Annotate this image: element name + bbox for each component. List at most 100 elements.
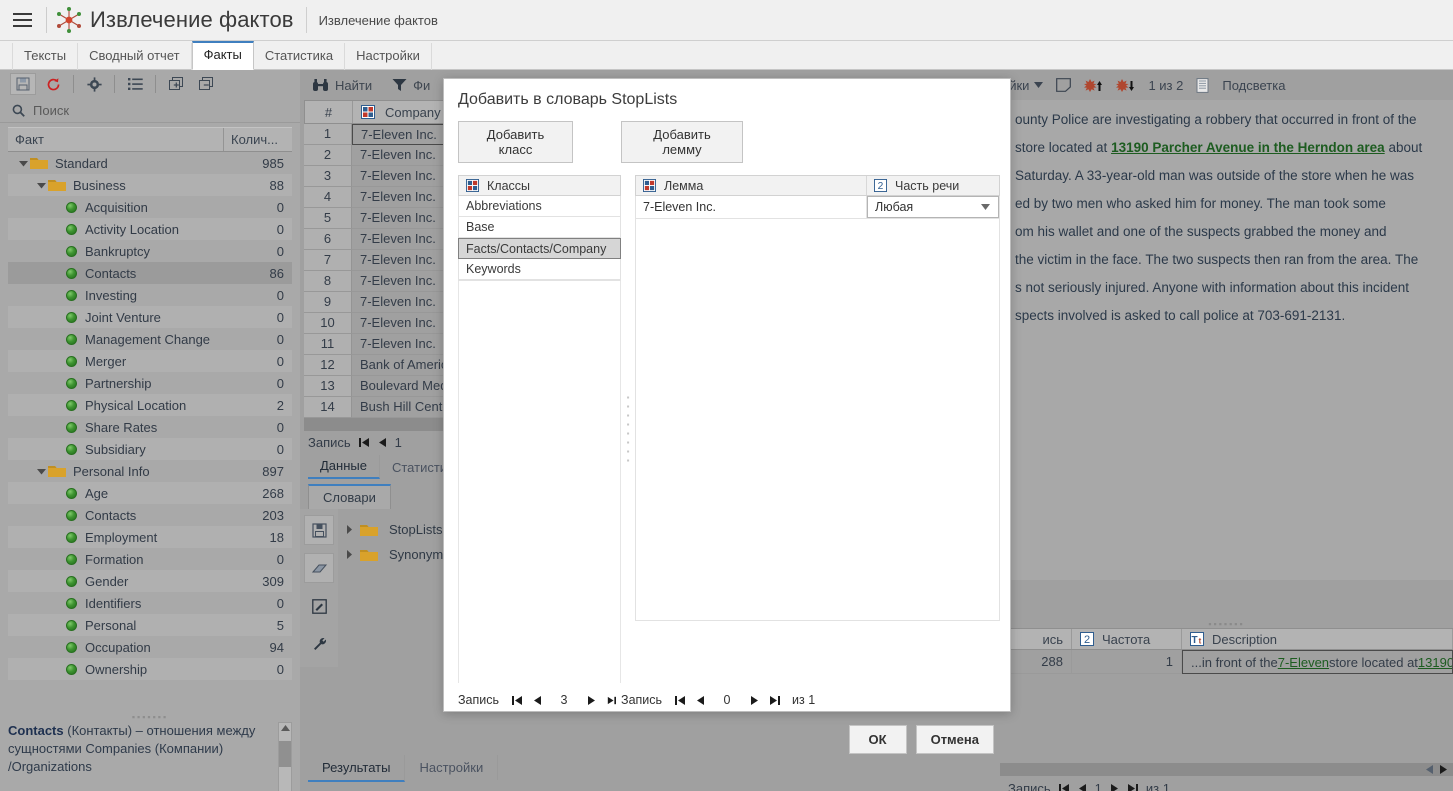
class-list-item[interactable]: Abbreviations (458, 196, 621, 217)
tree-item-physical-location[interactable]: Physical Location 2 (8, 394, 292, 416)
panel-resize-grip[interactable]: ▪▪▪▪▪▪▪ (0, 712, 300, 722)
tree-item-personal[interactable]: Personal 5 (8, 614, 292, 636)
column-header-description[interactable]: Tt Description (1182, 629, 1453, 649)
tree-item-investing[interactable]: Investing 0 (8, 284, 292, 306)
tab-texts[interactable]: Тексты (12, 43, 79, 70)
highlighted-entity[interactable]: 13190 Parcher Avenue in the Herndon area (1111, 140, 1385, 155)
tree-item-ownership[interactable]: Ownership 0 (8, 658, 292, 680)
last-record-icon[interactable] (1127, 783, 1138, 791)
ok-button[interactable]: ОК (848, 725, 907, 754)
first-record-icon[interactable] (507, 695, 527, 706)
subtab-data[interactable]: Данные (308, 455, 380, 479)
prev-record-icon[interactable] (378, 437, 387, 448)
search-input[interactable]: Поиск (33, 103, 69, 118)
expand-caret-icon[interactable] (34, 468, 48, 475)
tree-item-merger[interactable]: Merger 0 (8, 350, 292, 372)
desc-link-address[interactable]: 13190 Par (1418, 655, 1452, 670)
refresh-icon[interactable] (40, 73, 66, 95)
save-icon[interactable] (10, 73, 36, 95)
tab-facts[interactable]: Факты (191, 41, 254, 70)
grid-resize-grip[interactable]: ▪▪▪▪▪▪▪ (1000, 620, 1453, 629)
description-scrollbar[interactable] (278, 722, 292, 791)
dictionary-item[interactable]: StopLists ( (338, 517, 450, 542)
prev-match-icon[interactable] (1084, 78, 1103, 93)
lemma-row[interactable]: 7-Eleven Inc. Любая (635, 196, 1000, 219)
tab-settings-bottom[interactable]: Настройки (405, 755, 499, 780)
list-icon[interactable] (122, 73, 148, 95)
scroll-left-arrow[interactable] (1425, 763, 1439, 776)
next-match-icon[interactable] (1116, 78, 1135, 93)
dialog-splitter[interactable]: ▪▪▪▪▪▪▪▪ (621, 175, 635, 683)
record-number[interactable]: 1 (395, 435, 402, 450)
record-number[interactable]: 1 (1095, 781, 1102, 791)
edit-icon[interactable] (304, 591, 334, 621)
cell-lemma[interactable]: 7-Eleven Inc. (636, 196, 867, 218)
column-header-lemma[interactable]: Лемма (636, 176, 867, 195)
lower-grid-horizontal-scrollbar[interactable] (1000, 763, 1453, 776)
tab-results[interactable]: Результаты (308, 755, 406, 782)
cancel-button[interactable]: Отмена (915, 725, 994, 754)
pos-dropdown[interactable]: Любая (867, 196, 999, 218)
column-header-fact[interactable]: Факт (8, 128, 224, 151)
expand-caret-icon[interactable] (338, 550, 360, 559)
class-list-item[interactable]: Keywords (458, 259, 621, 280)
lemmas-record-number[interactable]: 0 (710, 693, 745, 707)
next-record-icon[interactable] (744, 695, 764, 706)
tree-item-personal-info[interactable]: Personal Info 897 (8, 460, 292, 482)
prev-record-icon[interactable] (690, 695, 710, 706)
gear-icon[interactable] (81, 73, 107, 95)
tree-item-management-change[interactable]: Management Change 0 (8, 328, 292, 350)
tree-item-occupation[interactable]: Occupation 94 (8, 636, 292, 658)
expand-caret-icon[interactable] (338, 525, 360, 534)
note-icon[interactable] (1056, 78, 1072, 92)
tab-dictionaries[interactable]: Словари (308, 484, 391, 509)
highlight-button[interactable]: Подсветка (1222, 78, 1285, 93)
tree-item-employment[interactable]: Employment 18 (8, 526, 292, 548)
first-record-icon[interactable] (1058, 783, 1070, 791)
expand-all-icon[interactable] (163, 73, 189, 95)
classes-record-number[interactable]: 3 (547, 693, 582, 707)
column-header-count[interactable]: Колич... (224, 128, 292, 151)
save-dict-icon[interactable] (304, 515, 334, 545)
tab-summary-report[interactable]: Сводный отчет (78, 43, 192, 70)
tab-statistics[interactable]: Статистика (254, 43, 346, 70)
first-record-icon[interactable] (358, 437, 370, 448)
tab-settings[interactable]: Настройки (345, 43, 432, 70)
tree-item-identifiers[interactable]: Identifiers 0 (8, 592, 292, 614)
tree-item-joint-venture[interactable]: Joint Venture 0 (8, 306, 292, 328)
dictionary-item[interactable]: Synonyms (338, 542, 450, 567)
column-header-classes[interactable]: Классы (459, 176, 620, 195)
table-row[interactable]: 288 1 ...in front of the 7-Eleven store … (1000, 650, 1453, 674)
add-lemma-button[interactable]: Добавить лемму (621, 121, 743, 163)
tree-item-business[interactable]: Business 88 (8, 174, 292, 196)
tree-item-contacts[interactable]: Contacts 86 (8, 262, 292, 284)
expand-caret-icon[interactable] (16, 160, 30, 167)
column-header-pos[interactable]: 2 Часть речи (867, 176, 999, 195)
document-icon[interactable] (1196, 77, 1209, 93)
scrollbar-thumb[interactable] (279, 741, 291, 767)
tree-item-partnership[interactable]: Partnership 0 (8, 372, 292, 394)
tree-item-contacts[interactable]: Contacts 203 (8, 504, 292, 526)
scroll-right-arrow[interactable] (1439, 763, 1453, 776)
tree-item-acquisition[interactable]: Acquisition 0 (8, 196, 292, 218)
tree-item-activity-location[interactable]: Activity Location 0 (8, 218, 292, 240)
hamburger-icon[interactable] (0, 0, 44, 40)
tree-item-bankruptcy[interactable]: Bankruptcy 0 (8, 240, 292, 262)
tree-item-subsidiary[interactable]: Subsidiary 0 (8, 438, 292, 460)
last-record-icon[interactable] (601, 695, 621, 706)
wrench-icon[interactable] (304, 629, 334, 659)
tree-item-share-rates[interactable]: Share Rates 0 (8, 416, 292, 438)
first-record-icon[interactable] (670, 695, 690, 706)
prev-record-icon[interactable] (1078, 783, 1087, 791)
expand-caret-icon[interactable] (34, 182, 48, 189)
filter-button[interactable]: Фи (392, 78, 430, 93)
tree-item-age[interactable]: Age 268 (8, 482, 292, 504)
column-header-frequency[interactable]: 2 Частота (1072, 629, 1182, 649)
search-row[interactable]: Поиск (0, 98, 300, 123)
prev-record-icon[interactable] (527, 695, 547, 706)
desc-link-company[interactable]: 7-Eleven (1278, 655, 1329, 670)
eraser-icon[interactable] (304, 553, 334, 583)
collapse-all-icon[interactable] (193, 73, 219, 95)
class-list-item[interactable]: Facts/Contacts/Company (458, 238, 621, 259)
next-record-icon[interactable] (581, 695, 601, 706)
